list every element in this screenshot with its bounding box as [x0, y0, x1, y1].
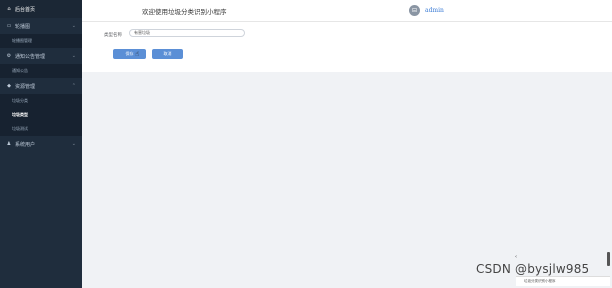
scrollbar-thumb[interactable] — [607, 252, 610, 266]
cancel-button[interactable]: 取消 — [152, 49, 183, 59]
edit-form: 类型名称 保存 取消 ☝ — [82, 22, 612, 72]
sidebar-subitem-garbage-class[interactable]: 垃圾分类 — [0, 94, 82, 108]
gear-icon: ⚙ — [6, 53, 12, 59]
sidebar-item-resources[interactable]: ◆ 资源管理 ⌃ — [0, 78, 82, 94]
sidebar-subitem-carousel-manage[interactable]: 轮播图管理 — [0, 34, 82, 48]
sidebar-item-carousel[interactable]: ▭ 轮播图 ⌄ — [0, 18, 82, 34]
sidebar-item-users[interactable]: ♟ 系统用户 ⌄ — [0, 136, 82, 152]
top-header: 欢迎使用垃圾分类识别小程序 ⊟ admin — [82, 0, 612, 22]
sidebar-subitem-label: 通知公告 — [12, 68, 28, 73]
sidebar-item-label: 后台首页 — [15, 6, 36, 13]
chevron-down-icon: ⌄ — [71, 53, 76, 59]
sidebar-item-notice[interactable]: ⚙ 通知公告管理 ⌄ — [0, 48, 82, 64]
chevron-up-icon: ⌃ — [71, 83, 76, 89]
sidebar-item-label: 资源管理 — [15, 83, 36, 90]
hand-cursor-icon: ☝ — [135, 50, 140, 58]
watermark: CSDN @bysjlw985 — [476, 262, 590, 276]
username-link[interactable]: admin — [425, 7, 444, 14]
type-name-label: 类型名称 — [104, 33, 122, 38]
caret-left-icon[interactable]: ‹ — [515, 254, 517, 260]
sidebar-subitem-label: 垃圾测试 — [12, 126, 28, 131]
sidebar-subitem-label: 垃圾类型 — [12, 112, 28, 117]
chevron-down-icon: ⌄ — [71, 141, 76, 147]
chevron-down-icon: ⌄ — [71, 23, 76, 29]
tooltip-strip: 垃圾分类识别小程序 — [516, 276, 610, 286]
sidebar-subitem-garbage-test[interactable]: 垃圾测试 — [0, 122, 82, 136]
avatar[interactable]: ⊟ — [409, 5, 420, 16]
content-area — [82, 72, 612, 288]
sidebar-item-label: 系统用户 — [15, 141, 36, 148]
sidebar-subitem-label: 轮播图管理 — [12, 38, 32, 43]
sidebar-item-home[interactable]: ⌂ 后台首页 — [0, 0, 82, 18]
sidebar-item-label: 通知公告管理 — [15, 53, 46, 60]
user-icon: ♟ — [6, 141, 12, 147]
sidebar-subitem-label: 垃圾分类 — [12, 98, 28, 103]
sidebar-subitem-notice[interactable]: 通知公告 — [0, 64, 82, 78]
picture-icon: ▭ — [6, 23, 12, 29]
home-icon: ⌂ — [7, 6, 11, 12]
sidebar: ⌂ 后台首页 ▭ 轮播图 ⌄ 轮播图管理 ⚙ 通知公告管理 ⌄ 通知公告 ◆ 资… — [0, 0, 82, 288]
location-icon: ◆ — [7, 83, 11, 89]
sidebar-item-label: 轮播图 — [15, 23, 31, 30]
type-name-input[interactable] — [129, 29, 245, 37]
welcome-title: 欢迎使用垃圾分类识别小程序 — [142, 8, 227, 16]
sidebar-subitem-garbage-type[interactable]: 垃圾类型 — [0, 108, 82, 122]
save-button[interactable]: 保存 — [113, 49, 146, 59]
